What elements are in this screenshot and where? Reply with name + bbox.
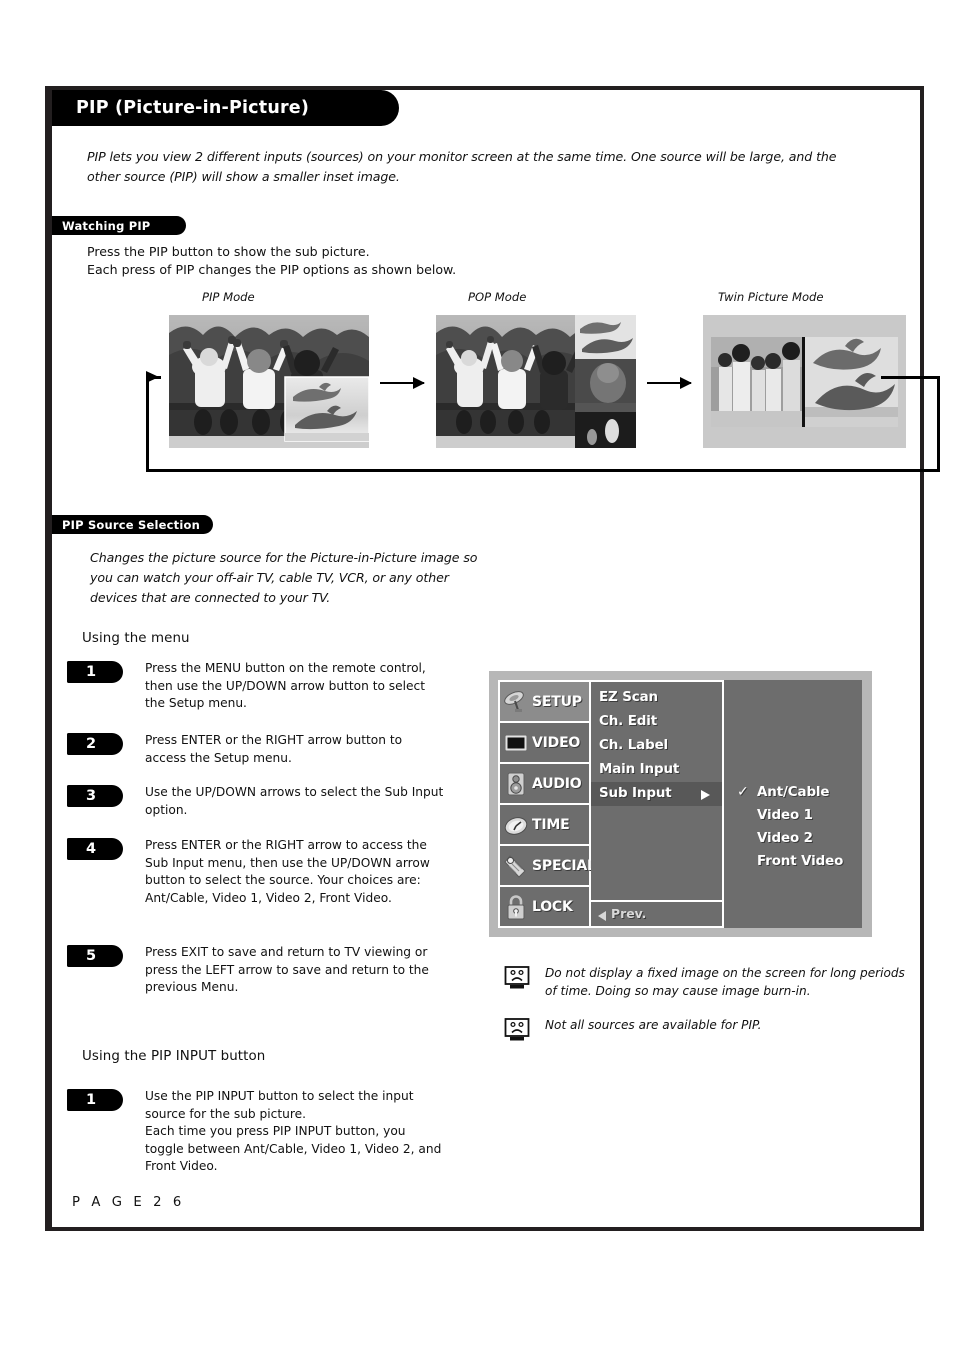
sad-tv-icon	[504, 1018, 530, 1041]
manual-page: PIP (Picture-in-Picture) PIP lets you vi…	[45, 86, 940, 1231]
chevron-right-icon	[701, 790, 710, 800]
twin-right-half	[805, 337, 898, 427]
speaker-icon	[503, 771, 529, 797]
osd-option-video-2[interactable]: Video 2	[724, 827, 862, 850]
osd-item-ch-label[interactable]: Ch. Label	[591, 734, 722, 758]
loop-path-right	[937, 376, 940, 472]
osd-category-label: SPECIAL	[532, 857, 596, 874]
osd-category-setup[interactable]: SETUP	[500, 682, 589, 723]
osd-category-lock[interactable]: LOCK	[500, 887, 589, 926]
tv-osd-menu: SETUP VIDEO AUDIO TIME SPECIAL LOCK EZ S…	[489, 671, 872, 937]
pip-source-selection-heading: PIP Source Selection	[52, 515, 213, 534]
osd-option-ant-cable[interactable]: ✓ Ant/Cable	[724, 781, 862, 804]
osd-item-list: EZ Scan Ch. Edit Ch. Label Main Input Su…	[591, 680, 724, 928]
step-2-number: 2	[67, 733, 123, 755]
flow-arrow-1	[380, 377, 425, 389]
pip-step-1-text: Use the PIP INPUT button to select the i…	[145, 1089, 442, 1174]
note-burn-in-text: Do not display a fixed image on the scre…	[545, 966, 905, 998]
pip-mode-diagram: PIP Mode POP Mode Twin Picture Mode	[98, 290, 940, 472]
mode-label-pop: POP Mode	[468, 290, 527, 304]
osd-prev-label: Prev.	[611, 906, 647, 921]
osd-category-label: VIDEO	[532, 734, 581, 751]
page-number: P A G E 2 6	[72, 1195, 185, 1210]
osd-prev-button[interactable]: Prev.	[591, 900, 722, 926]
step-3-number: 3	[67, 785, 123, 807]
monitor-icon	[503, 730, 529, 756]
chevron-left-icon	[598, 911, 606, 921]
watching-pip-body: Press the PIP button to show the sub pic…	[87, 244, 457, 277]
using-pip-input-heading: Using the PIP INPUT button	[82, 1049, 266, 1064]
check-icon: ✓	[737, 784, 749, 800]
satellite-dish-icon	[503, 689, 529, 715]
pop-mode-image	[436, 315, 636, 448]
watching-pip-heading: Watching PIP	[52, 216, 186, 235]
using-the-menu-heading: Using the menu	[82, 631, 190, 646]
osd-category-video[interactable]: VIDEO	[500, 723, 589, 764]
pop-mode-screenshot	[436, 315, 636, 448]
clock-icon	[503, 812, 529, 838]
twin-left-half	[711, 337, 802, 427]
pip-mode-image	[169, 315, 369, 448]
osd-category-label: TIME	[532, 816, 570, 833]
pip-step-1-number: 1	[67, 1089, 123, 1111]
pop-sub-pictures	[575, 315, 636, 448]
page-title: PIP (Picture-in-Picture)	[52, 90, 399, 126]
loop-arrow-head-icon	[146, 371, 159, 383]
osd-category-special[interactable]: SPECIAL	[500, 846, 596, 887]
osd-item-sub-input[interactable]: Sub Input	[591, 782, 722, 806]
osd-category-time[interactable]: TIME	[500, 805, 589, 846]
step-1-text: Press the MENU button on the remote cont…	[145, 661, 426, 711]
osd-category-list: SETUP VIDEO AUDIO TIME SPECIAL LOCK	[498, 680, 596, 928]
osd-category-audio[interactable]: AUDIO	[500, 764, 589, 805]
step-5-text: Press EXIT to save and return to TV view…	[145, 945, 429, 995]
flow-arrow-2	[647, 377, 692, 389]
osd-category-label: LOCK	[532, 898, 573, 915]
osd-item-ez-scan[interactable]: EZ Scan	[591, 686, 722, 710]
intro-paragraph: PIP lets you view 2 different inputs (so…	[87, 149, 837, 184]
twin-mode-screenshot	[703, 315, 906, 448]
note-sources-text: Not all sources are available for PIP.	[545, 1018, 762, 1032]
osd-category-label: SETUP	[532, 693, 582, 710]
padlock-icon	[503, 894, 529, 920]
osd-submenu-options: ✓ Ant/Cable Video 1 Video 2 Front Video	[724, 680, 862, 928]
step-5-number: 5	[67, 945, 123, 967]
osd-option-label: Ant/Cable	[757, 785, 830, 800]
step-3-text: Use the UP/DOWN arrows to select the Sub…	[145, 785, 444, 817]
osd-category-label: AUDIO	[532, 775, 582, 792]
loop-path-left	[146, 378, 149, 472]
tag-icon	[503, 853, 529, 879]
pip-mode-screenshot	[169, 315, 369, 448]
sad-tv-icon	[504, 966, 530, 989]
pip-source-description: Changes the picture source for the Pictu…	[90, 550, 478, 605]
mode-label-pip: PIP Mode	[202, 290, 255, 304]
step-2-text: Press ENTER or the RIGHT arrow button to…	[145, 733, 403, 765]
loop-path-bottom	[146, 469, 940, 472]
osd-item-sub-input-label: Sub Input	[599, 786, 672, 801]
step-1-number: 1	[67, 661, 123, 683]
step-4-number: 4	[67, 838, 123, 860]
step-4-text: Press ENTER or the RIGHT arrow to access…	[145, 838, 430, 905]
loop-path-top	[881, 376, 940, 379]
osd-item-ch-edit[interactable]: Ch. Edit	[591, 710, 722, 734]
osd-option-video-1[interactable]: Video 1	[724, 804, 862, 827]
twin-mode-image	[703, 315, 906, 448]
osd-option-front-video[interactable]: Front Video	[724, 850, 862, 873]
pip-inset	[284, 376, 369, 442]
osd-item-main-input[interactable]: Main Input	[591, 758, 722, 782]
mode-label-twin: Twin Picture Mode	[718, 290, 824, 304]
